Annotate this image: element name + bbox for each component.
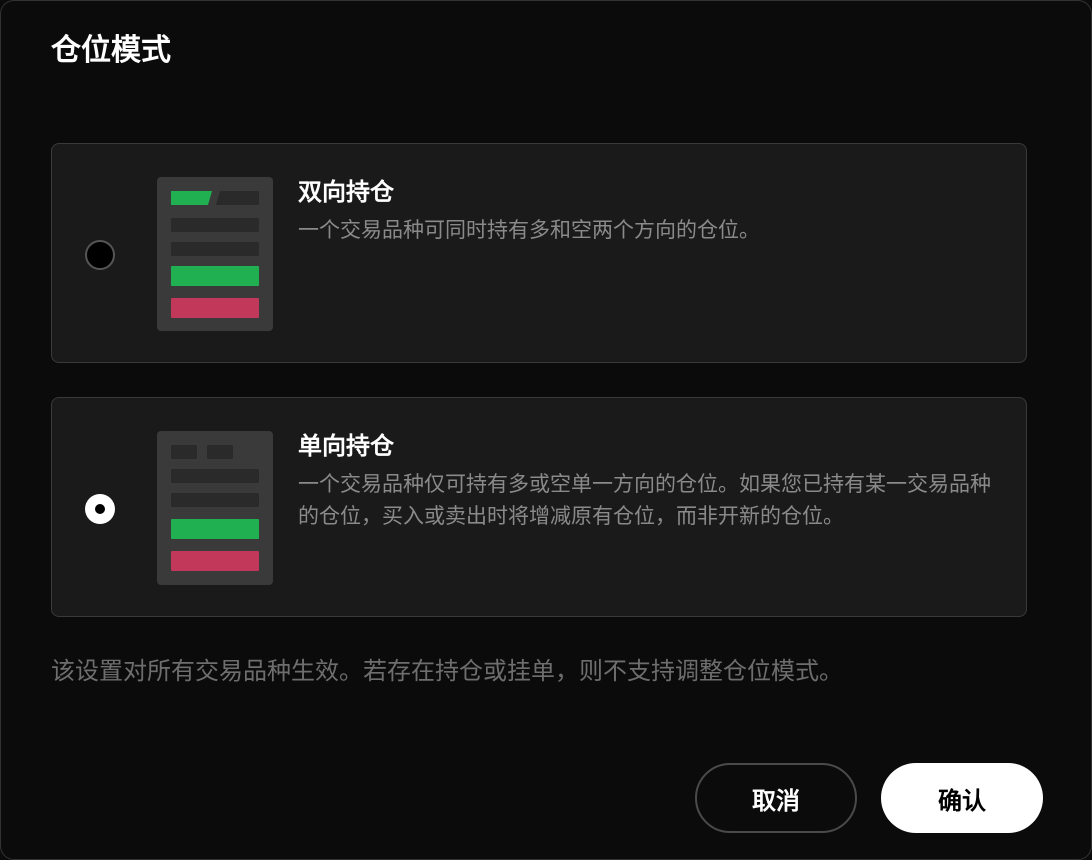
illustration-bar-short (171, 551, 259, 571)
illustration-bar (171, 493, 259, 507)
option-hedge-mode[interactable]: 双向持仓 一个交易品种可同时持有多和空两个方向的仓位。 (51, 143, 1027, 363)
option-description: 一个交易品种仅可持有多或空单一方向的仓位。如果您已持有某一交易品种的仓位，买入或… (298, 472, 991, 528)
illustration-bar (171, 445, 197, 459)
illustration-bar (171, 469, 259, 483)
cancel-button[interactable]: 取消 (695, 763, 857, 833)
radio-hedge-mode[interactable] (85, 240, 115, 270)
illustration-bar-short (171, 298, 259, 318)
radio-one-way-mode[interactable] (85, 494, 115, 524)
option-title: 双向持仓 (298, 178, 394, 206)
settings-note: 该设置对所有交易品种生效。若存在持仓或挂单，则不支持调整仓位模式。 (51, 657, 843, 685)
illustration-bar-long (171, 519, 259, 539)
position-mode-dialog: 仓位模式 双向持仓 一个交易品种可同时持有多和空两个方向的仓位。 单向持仓 一个… (0, 0, 1092, 860)
dialog-title: 仓位模式 (51, 33, 171, 68)
illustration-bar (171, 242, 259, 256)
confirm-button[interactable]: 确认 (881, 763, 1043, 833)
option-one-way-mode[interactable]: 单向持仓 一个交易品种仅可持有多或空单一方向的仓位。如果您已持有某一交易品种的仓… (51, 397, 1027, 617)
radio-selected-dot (95, 504, 105, 514)
illustration-bar-long (171, 266, 259, 286)
one-way-mode-illustration-icon (157, 431, 273, 585)
hedge-mode-illustration-icon (157, 177, 273, 331)
option-text: 单向持仓 一个交易品种仅可持有多或空单一方向的仓位。如果您已持有某一交易品种的仓… (298, 426, 998, 532)
illustration-bar (207, 445, 233, 459)
option-description: 一个交易品种可同时持有多和空两个方向的仓位。 (298, 218, 760, 242)
illustration-bar (171, 218, 259, 232)
option-text: 双向持仓 一个交易品种可同时持有多和空两个方向的仓位。 (298, 172, 998, 246)
option-title: 单向持仓 (298, 432, 394, 460)
